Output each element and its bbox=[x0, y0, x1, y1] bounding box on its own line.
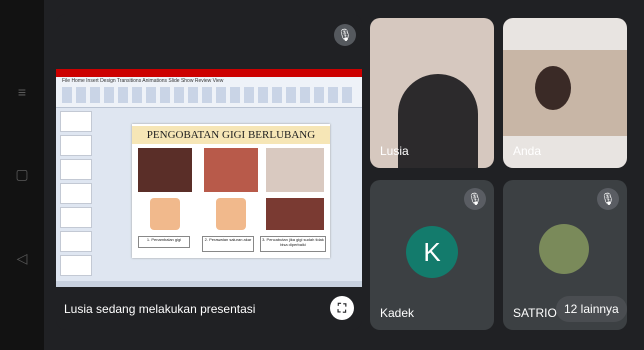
mic-off-icon: 🎙 bbox=[597, 188, 619, 210]
caption-2: 2. Perawatan saluran akar bbox=[202, 236, 254, 252]
participant-tile-lusia[interactable]: Lusia bbox=[370, 18, 494, 168]
slide-thumbnails bbox=[60, 111, 92, 281]
participant-name: Kadek bbox=[380, 306, 415, 320]
photo-3 bbox=[266, 148, 324, 192]
avatar bbox=[539, 224, 589, 274]
mic-off-icon: 🎙 bbox=[334, 24, 356, 46]
photo-2 bbox=[204, 148, 258, 192]
system-nav-bar: ≡ ▢ ◁ bbox=[0, 0, 44, 350]
meeting-stage: 🎙 File Home Insert Design Transitions An… bbox=[44, 0, 644, 350]
photo-4 bbox=[266, 198, 324, 230]
participant-name: Lusia bbox=[380, 144, 409, 158]
menu-icon[interactable]: ≡ bbox=[14, 84, 30, 100]
avatar: K bbox=[406, 226, 458, 278]
shared-screen: File Home Insert Design Transitions Anim… bbox=[56, 69, 362, 287]
home-icon[interactable]: ▢ bbox=[14, 166, 30, 182]
back-icon[interactable]: ◁ bbox=[14, 250, 30, 266]
photo-1 bbox=[138, 148, 192, 192]
slide: PENGOBATAN GIGI BERLUBANG 1. Penambalan … bbox=[132, 124, 330, 258]
ppt-status-bar bbox=[56, 281, 362, 287]
presentation-tile[interactable]: 🎙 File Home Insert Design Transitions An… bbox=[56, 14, 362, 330]
more-participants-button[interactable]: 12 lainnya bbox=[556, 296, 627, 322]
participant-name: SATRIO bbox=[513, 306, 557, 320]
fullscreen-icon: ⛶ bbox=[337, 301, 347, 315]
tooth-diagram-1 bbox=[150, 198, 180, 230]
slide-title: PENGOBATAN GIGI BERLUBANG bbox=[132, 126, 330, 144]
fullscreen-button[interactable]: ⛶ bbox=[330, 296, 354, 320]
face bbox=[535, 66, 571, 110]
tooth-diagram-2 bbox=[216, 198, 246, 230]
participant-name: Anda bbox=[513, 144, 542, 158]
presenting-label: Lusia sedang melakukan presentasi bbox=[64, 302, 256, 316]
caption-3: 3. Pencabutan jika gigi sudah tidak bisa… bbox=[260, 236, 326, 252]
mic-off-icon: 🎙 bbox=[464, 188, 486, 210]
video-feed bbox=[398, 74, 478, 168]
participant-tile-kadek[interactable]: 🎙 K Kadek bbox=[370, 180, 494, 330]
caption-1: 1. Penambalan gigi bbox=[138, 236, 190, 248]
participant-tile-anda[interactable]: Anda bbox=[503, 18, 627, 168]
ppt-ribbon: File Home Insert Design Transitions Anim… bbox=[56, 69, 362, 108]
